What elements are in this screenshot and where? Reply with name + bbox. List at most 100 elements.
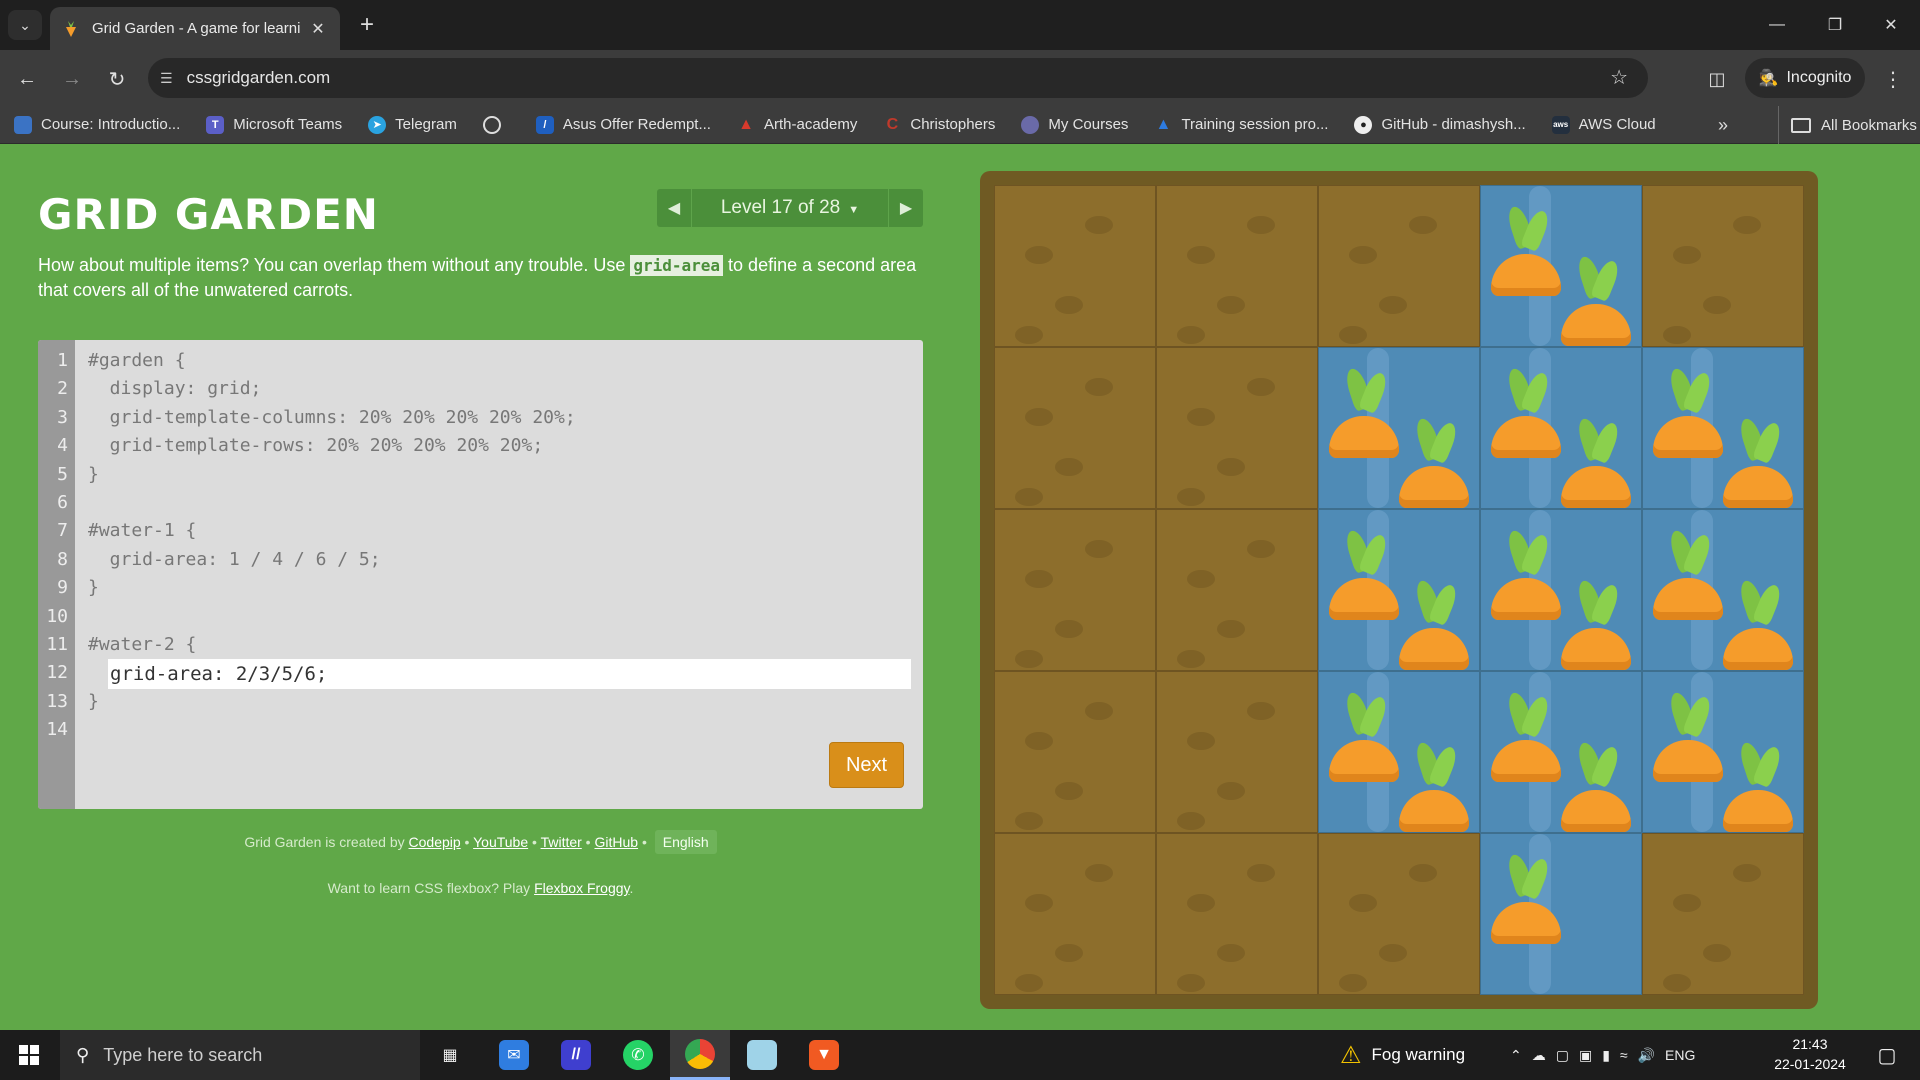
- bookmark-item[interactable]: T Microsoft Teams: [206, 115, 342, 134]
- game-page: GRID GARDEN ◀ Level 17 of 28 ▼ ▶ How abou…: [0, 144, 1920, 1030]
- display-icon[interactable]: ▣: [1579, 1047, 1592, 1064]
- time: 21:43: [1792, 1036, 1828, 1052]
- carrot-icon: [1653, 528, 1723, 620]
- github-link[interactable]: GitHub: [594, 834, 638, 850]
- more-bookmarks-icon[interactable]: »: [1718, 106, 1728, 144]
- wifi-icon[interactable]: ≈: [1620, 1047, 1628, 1063]
- whatsapp-app[interactable]: ✆: [608, 1030, 668, 1080]
- watered-plot: [1642, 509, 1804, 671]
- carrot-icon: [1653, 690, 1723, 782]
- back-button[interactable]: ←: [10, 62, 44, 96]
- bookmarks-bar: Course: Introductio... T Microsoft Teams …: [0, 106, 1920, 144]
- browser-menu-icon[interactable]: ⋮: [1878, 62, 1908, 96]
- bookmark-item[interactable]: ● GitHub - dimashysh...: [1354, 115, 1526, 134]
- brave-app[interactable]: ▼: [794, 1030, 854, 1080]
- clock[interactable]: 21:43 22-01-2024: [1760, 1034, 1860, 1074]
- bookmark-item[interactable]: C Christophers: [883, 115, 996, 134]
- dry-plot: [1156, 671, 1318, 833]
- previous-level-button[interactable]: ◀: [657, 189, 691, 227]
- watered-plot: [1318, 347, 1480, 509]
- reload-button[interactable]: ↻: [100, 62, 134, 96]
- weather-widget[interactable]: ⚠ Fog warning: [1340, 1030, 1465, 1080]
- notification-icon[interactable]: ▢: [1862, 1030, 1912, 1080]
- restore-button[interactable]: ❐: [1806, 0, 1864, 50]
- line-number: 5: [57, 463, 68, 485]
- language-selector[interactable]: English: [654, 830, 717, 854]
- notepad-app[interactable]: [732, 1030, 792, 1080]
- dry-plot: [1156, 509, 1318, 671]
- twitter-link[interactable]: Twitter: [541, 834, 582, 850]
- task-view-icon: ▦: [442, 1047, 458, 1064]
- aws-icon: aws: [1551, 115, 1570, 134]
- code-keyword[interactable]: grid-area: [630, 255, 724, 276]
- chevron-up-icon[interactable]: ⌃: [1510, 1047, 1522, 1064]
- mail-app[interactable]: ✉: [484, 1030, 544, 1080]
- carrot-icon: [1723, 740, 1793, 832]
- dry-plot: [1642, 185, 1804, 347]
- task-view-button[interactable]: ▦: [420, 1030, 480, 1080]
- watered-plot: [1642, 671, 1804, 833]
- line-number: 12: [46, 662, 68, 684]
- bookmark-item[interactable]: ▲ Training session pro...: [1154, 115, 1329, 134]
- tab-search-button[interactable]: ⌄: [8, 10, 42, 40]
- carrot-icon: [1399, 416, 1469, 508]
- carrot-icon: [1491, 852, 1561, 944]
- bookmark-item[interactable]: ▲ Arth-academy: [737, 116, 857, 134]
- carrot-icon: [1329, 366, 1399, 458]
- line-number: 10: [46, 605, 68, 627]
- language-indicator[interactable]: ENG: [1665, 1047, 1695, 1063]
- weather-label: Fog warning: [1371, 1045, 1466, 1064]
- code-line: }: [88, 577, 99, 599]
- code-line: #garden {: [88, 350, 186, 371]
- tab-grid-garden[interactable]: Grid Garden - A game for learni ✕: [50, 7, 340, 50]
- carrot-favicon-icon: [66, 20, 76, 37]
- start-button[interactable]: [0, 1030, 58, 1080]
- next-button[interactable]: Next: [829, 742, 904, 788]
- incognito-badge[interactable]: 🕵 Incognito: [1745, 58, 1865, 98]
- line-number: 2: [57, 378, 68, 400]
- incognito-label: Incognito: [1786, 69, 1852, 86]
- bookmark-star-icon[interactable]: ☆: [1610, 65, 1628, 90]
- bookmark-item[interactable]: aws AWS Cloud: [1551, 115, 1656, 134]
- search-icon: ⚲: [76, 1044, 90, 1065]
- line-number: 1: [57, 350, 68, 371]
- browser-toolbar: ← → ↻ ☰ cssgridgarden.com ☆ ◫ 🕵 Incognit…: [0, 50, 1920, 106]
- bookmark-item[interactable]: / Asus Offer Redempt...: [535, 115, 711, 134]
- volume-icon[interactable]: 🔊: [1638, 1047, 1655, 1064]
- carrot-icon: [1561, 578, 1631, 670]
- forward-button[interactable]: →: [55, 62, 89, 96]
- christophers-icon: C: [886, 115, 899, 133]
- powerautomate-app[interactable]: //: [546, 1030, 606, 1080]
- close-tab-icon[interactable]: ✕: [308, 19, 328, 39]
- all-bookmarks-button[interactable]: All Bookmarks: [1778, 106, 1917, 144]
- training-icon: ▲: [1155, 115, 1172, 133]
- bookmark-item[interactable]: My Courses: [1021, 115, 1128, 134]
- bookmark-item[interactable]: ➤ Telegram: [368, 115, 457, 134]
- address-bar[interactable]: ☰ cssgridgarden.com ☆: [148, 58, 1648, 98]
- bookmark-item[interactable]: Course: Introductio...: [14, 115, 180, 134]
- flexbox-froggy-link[interactable]: Flexbox Froggy: [534, 880, 629, 896]
- watered-plot: [1480, 509, 1642, 671]
- css-answer-input[interactable]: [108, 659, 911, 689]
- level-dropdown[interactable]: Level 17 of 28 ▼: [691, 189, 889, 227]
- mail-icon: ✉: [499, 1040, 529, 1070]
- bookmark-item[interactable]: [482, 115, 510, 134]
- carrot-icon: [1561, 254, 1631, 346]
- course-icon: [14, 115, 32, 134]
- new-tab-button[interactable]: +: [352, 10, 382, 40]
- meet-icon[interactable]: ▢: [1556, 1047, 1569, 1064]
- code-line: #water-2 {: [88, 634, 197, 655]
- dry-plot: [1318, 185, 1480, 347]
- site-settings-icon[interactable]: ☰: [160, 70, 173, 87]
- close-window-button[interactable]: ✕: [1862, 0, 1920, 50]
- chrome-app[interactable]: [670, 1030, 730, 1080]
- codepip-link[interactable]: Codepip: [409, 834, 461, 850]
- next-level-button[interactable]: ▶: [889, 189, 923, 227]
- carrot-icon: [1653, 366, 1723, 458]
- minimize-button[interactable]: —: [1748, 0, 1806, 50]
- taskbar-search[interactable]: ⚲ Type here to search: [60, 1030, 420, 1080]
- side-panel-icon[interactable]: ◫: [1700, 62, 1734, 96]
- onedrive-icon[interactable]: ☁: [1532, 1047, 1546, 1064]
- youtube-link[interactable]: YouTube: [473, 834, 528, 850]
- battery-icon[interactable]: ▮: [1602, 1047, 1610, 1064]
